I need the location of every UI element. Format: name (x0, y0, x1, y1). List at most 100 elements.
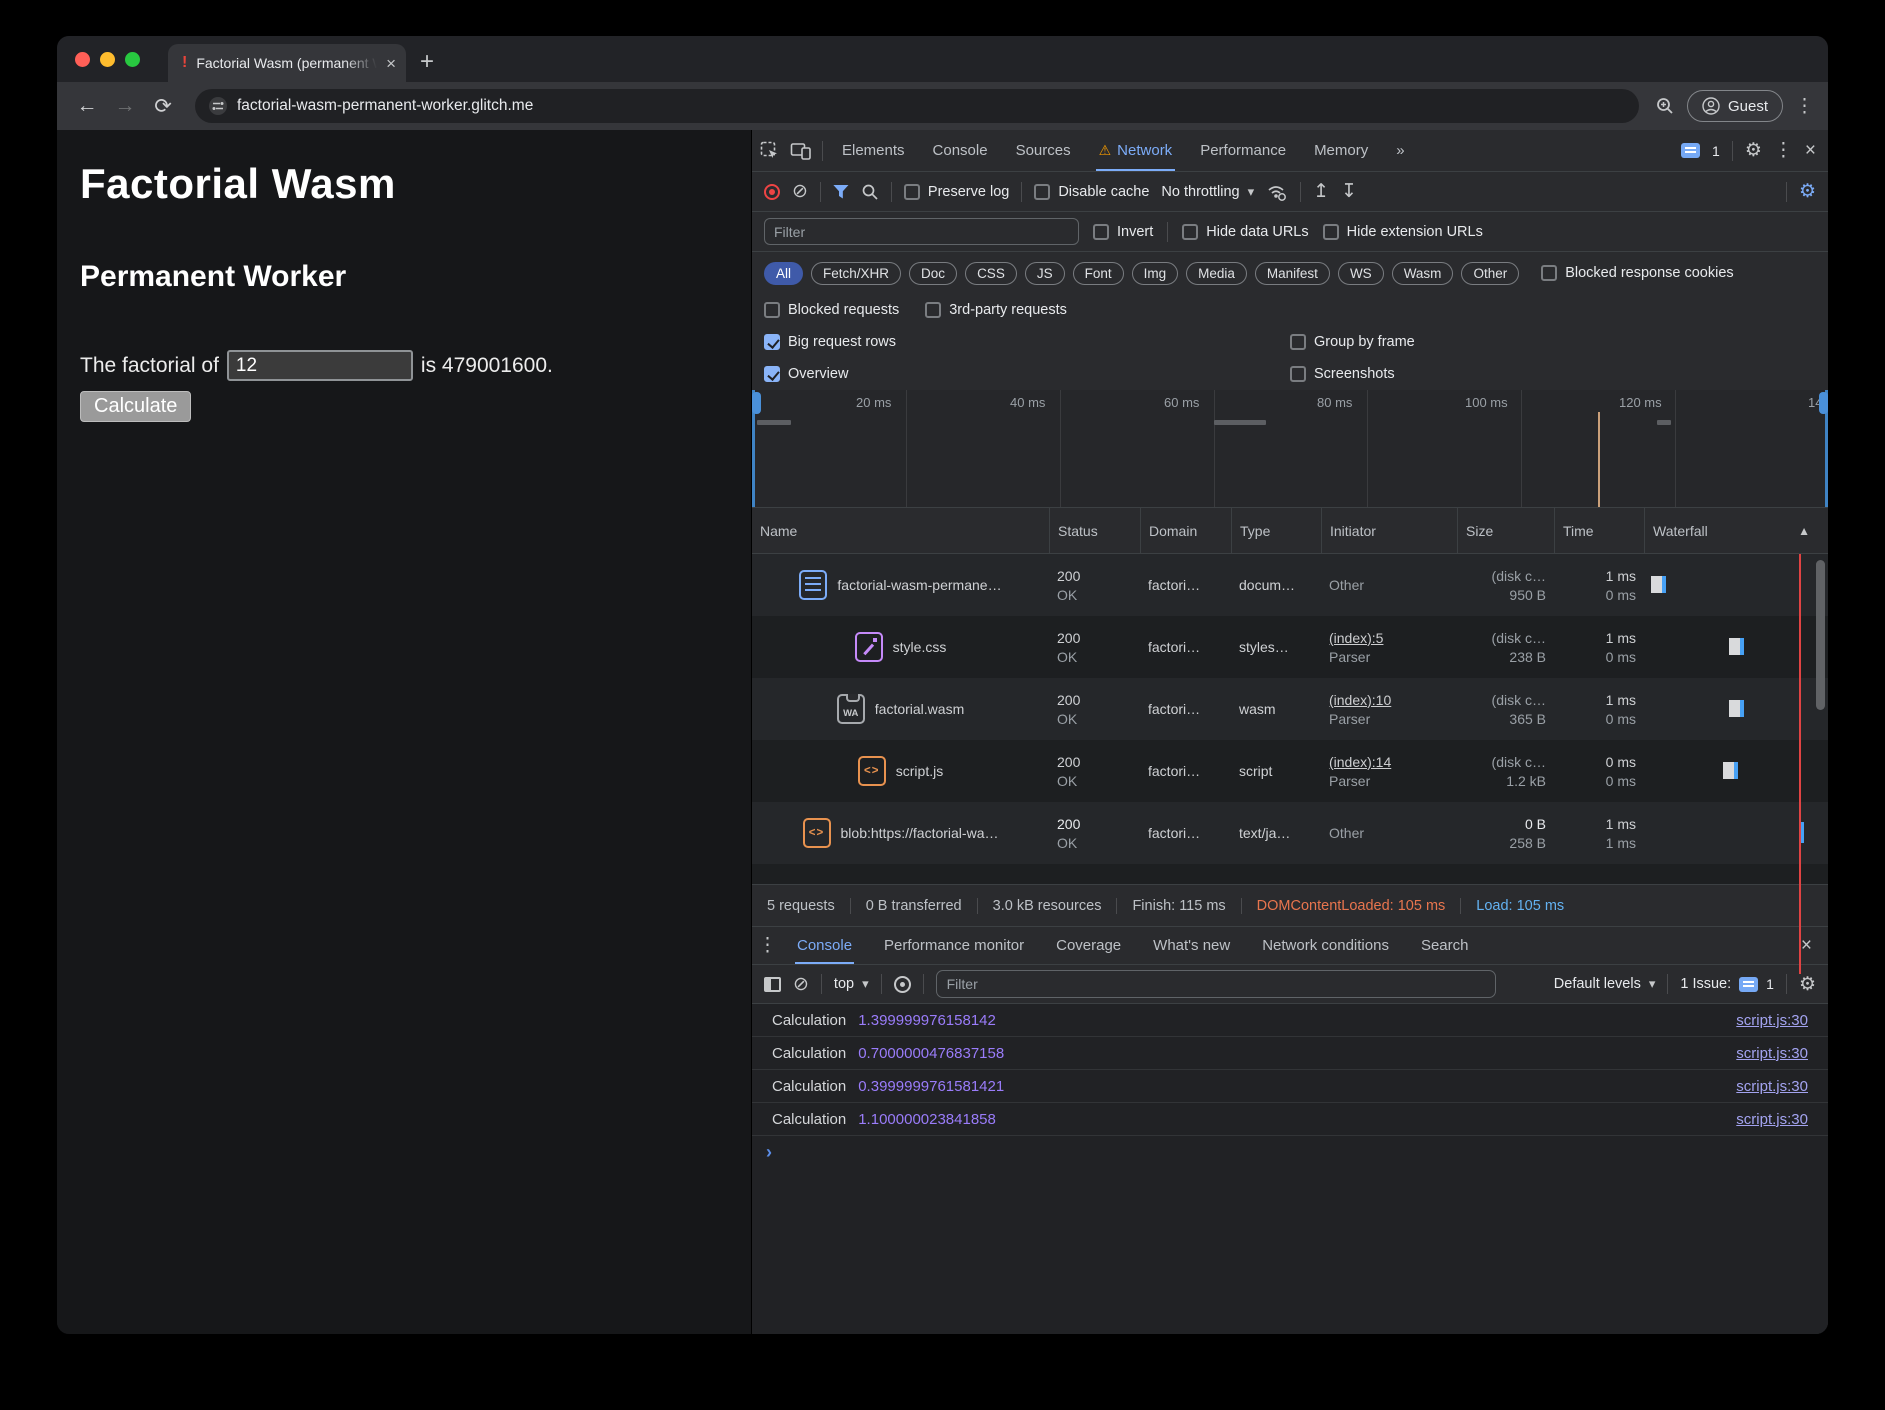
overview-left-handle[interactable] (752, 392, 761, 414)
console-message[interactable]: Calculation 1.100000023841858 script.js:… (752, 1103, 1828, 1136)
maximize-window-button[interactable] (125, 52, 140, 67)
initiator-link[interactable]: (index):5 (1329, 630, 1449, 646)
overview-right-handle[interactable] (1819, 392, 1828, 414)
drawer-tab-console[interactable]: Console (785, 927, 864, 964)
disable-cache-option[interactable]: Disable cache (1034, 184, 1149, 200)
devtools-close-icon[interactable]: × (1805, 140, 1816, 162)
preserve-log-option[interactable]: Preserve log (904, 184, 1009, 200)
big-request-rows-option[interactable]: Big request rows (764, 334, 1290, 350)
chip-other[interactable]: Other (1461, 262, 1519, 285)
third-party-checkbox[interactable] (925, 302, 941, 318)
minimize-window-button[interactable] (100, 52, 115, 67)
tab-console[interactable]: Console (924, 130, 997, 171)
screenshots-option[interactable]: Screenshots (1290, 366, 1816, 382)
table-row[interactable]: <>script.js 200OK factori… script (index… (752, 740, 1828, 802)
third-party-option[interactable]: 3rd-party requests (925, 302, 1067, 318)
column-size[interactable]: Size (1457, 508, 1554, 553)
drawer-tab-coverage[interactable]: Coverage (1044, 927, 1133, 964)
drawer-close-icon[interactable]: × (1801, 935, 1822, 957)
export-har-icon[interactable]: ↥ (1313, 180, 1329, 203)
clear-console-icon[interactable]: ⊘ (793, 973, 809, 996)
table-scrollbar[interactable] (1816, 560, 1825, 710)
browser-tab[interactable]: ! Factorial Wasm (permanent W × (168, 44, 406, 82)
tab-close-icon[interactable]: × (386, 55, 396, 72)
drawer-tab-performance-monitor[interactable]: Performance monitor (872, 927, 1036, 964)
initiator-link[interactable]: (index):14 (1329, 754, 1449, 770)
live-expression-icon[interactable] (894, 976, 911, 993)
site-settings-icon[interactable] (209, 97, 227, 115)
calculate-button[interactable]: Calculate (80, 391, 191, 422)
table-row[interactable]: style.css 200OK factori… styles… (index)… (752, 616, 1828, 678)
chip-all[interactable]: All (764, 262, 803, 285)
column-domain[interactable]: Domain (1140, 508, 1231, 553)
throttling-dropdown[interactable]: No throttling ▾ (1161, 184, 1254, 200)
group-by-frame-checkbox[interactable] (1290, 334, 1306, 350)
console-sidebar-icon[interactable] (764, 977, 781, 992)
chip-wasm[interactable]: Wasm (1392, 262, 1454, 285)
console-message[interactable]: Calculation 0.3999999761581421 script.js… (752, 1070, 1828, 1103)
network-overview-timeline[interactable]: 20 ms 40 ms 60 ms 80 ms 100 ms 120 ms 14… (752, 390, 1828, 508)
console-message[interactable]: Calculation 1.399999976158142 script.js:… (752, 1004, 1828, 1037)
factorial-input[interactable] (227, 350, 413, 381)
blocked-requests-option[interactable]: Blocked requests (764, 302, 899, 318)
invert-option[interactable]: Invert (1093, 224, 1153, 240)
filter-funnel-icon[interactable] (833, 185, 849, 199)
record-icon[interactable] (764, 184, 780, 200)
import-har-icon[interactable]: ↧ (1341, 180, 1357, 203)
inspect-icon[interactable] (760, 141, 780, 161)
device-toolbar-icon[interactable] (790, 141, 812, 161)
search-icon[interactable] (861, 183, 879, 201)
chip-js[interactable]: JS (1025, 262, 1065, 285)
tab-performance[interactable]: Performance (1191, 130, 1295, 171)
preserve-log-checkbox[interactable] (904, 184, 920, 200)
new-tab-button[interactable]: + (420, 48, 434, 76)
chip-doc[interactable]: Doc (909, 262, 957, 285)
column-initiator[interactable]: Initiator (1321, 508, 1457, 553)
tab-sources[interactable]: Sources (1007, 130, 1080, 171)
blocked-cookies-checkbox[interactable] (1541, 265, 1557, 281)
column-type[interactable]: Type (1231, 508, 1321, 553)
chip-manifest[interactable]: Manifest (1255, 262, 1330, 285)
console-settings-gear-icon[interactable]: ⚙ (1799, 973, 1816, 996)
network-conditions-icon[interactable] (1266, 182, 1288, 202)
screenshots-checkbox[interactable] (1290, 366, 1306, 382)
hide-data-urls-option[interactable]: Hide data URLs (1182, 224, 1308, 240)
zoom-search-icon[interactable] (1655, 96, 1675, 116)
network-settings-gear-icon[interactable]: ⚙ (1799, 180, 1816, 203)
chip-img[interactable]: Img (1132, 262, 1179, 285)
forward-button[interactable]: → (109, 94, 141, 118)
initiator-link[interactable]: (index):10 (1329, 692, 1449, 708)
blocked-requests-checkbox[interactable] (764, 302, 780, 318)
devtools-menu-icon[interactable]: ⋮ (1774, 139, 1793, 162)
hide-extension-urls-checkbox[interactable] (1323, 224, 1339, 240)
close-window-button[interactable] (75, 52, 90, 67)
source-link[interactable]: script.js:30 (1736, 1078, 1808, 1095)
blocked-cookies-option[interactable]: Blocked response cookies (1541, 265, 1733, 281)
column-status[interactable]: Status (1049, 508, 1140, 553)
tab-network[interactable]: ⚠ Network (1090, 130, 1182, 171)
console-message[interactable]: Calculation 0.7000000476837158 script.js… (752, 1037, 1828, 1070)
profile-button[interactable]: Guest (1687, 90, 1783, 122)
drawer-menu-icon[interactable]: ⋮ (758, 934, 777, 957)
drawer-tab-whats-new[interactable]: What's new (1141, 927, 1242, 964)
context-selector[interactable]: top ▾ (834, 976, 869, 992)
table-row[interactable]: <>blob:https://factorial-wa… 200OK facto… (752, 802, 1828, 864)
chip-ws[interactable]: WS (1338, 262, 1384, 285)
reload-button[interactable]: ⟳ (147, 94, 179, 119)
chip-css[interactable]: CSS (965, 262, 1017, 285)
network-filter-input[interactable] (764, 218, 1079, 245)
settings-gear-icon[interactable]: ⚙ (1745, 139, 1762, 162)
column-name[interactable]: Name (752, 508, 1049, 553)
address-bar[interactable]: factorial-wasm-permanent-worker.glitch.m… (195, 89, 1639, 123)
issues-counter[interactable]: 1 Issue: 1 (1680, 976, 1774, 992)
browser-menu-icon[interactable]: ⋮ (1795, 95, 1814, 118)
table-row[interactable]: factorial-wasm-permane… 200OK factori… d… (752, 554, 1828, 616)
back-button[interactable]: ← (71, 94, 103, 118)
more-tabs-icon[interactable]: » (1387, 130, 1413, 171)
hide-data-urls-checkbox[interactable] (1182, 224, 1198, 240)
source-link[interactable]: script.js:30 (1736, 1111, 1808, 1128)
group-by-frame-option[interactable]: Group by frame (1290, 334, 1816, 350)
drawer-tab-network-conditions[interactable]: Network conditions (1250, 927, 1401, 964)
clear-icon[interactable]: ⊘ (792, 180, 808, 203)
tab-elements[interactable]: Elements (833, 130, 914, 171)
